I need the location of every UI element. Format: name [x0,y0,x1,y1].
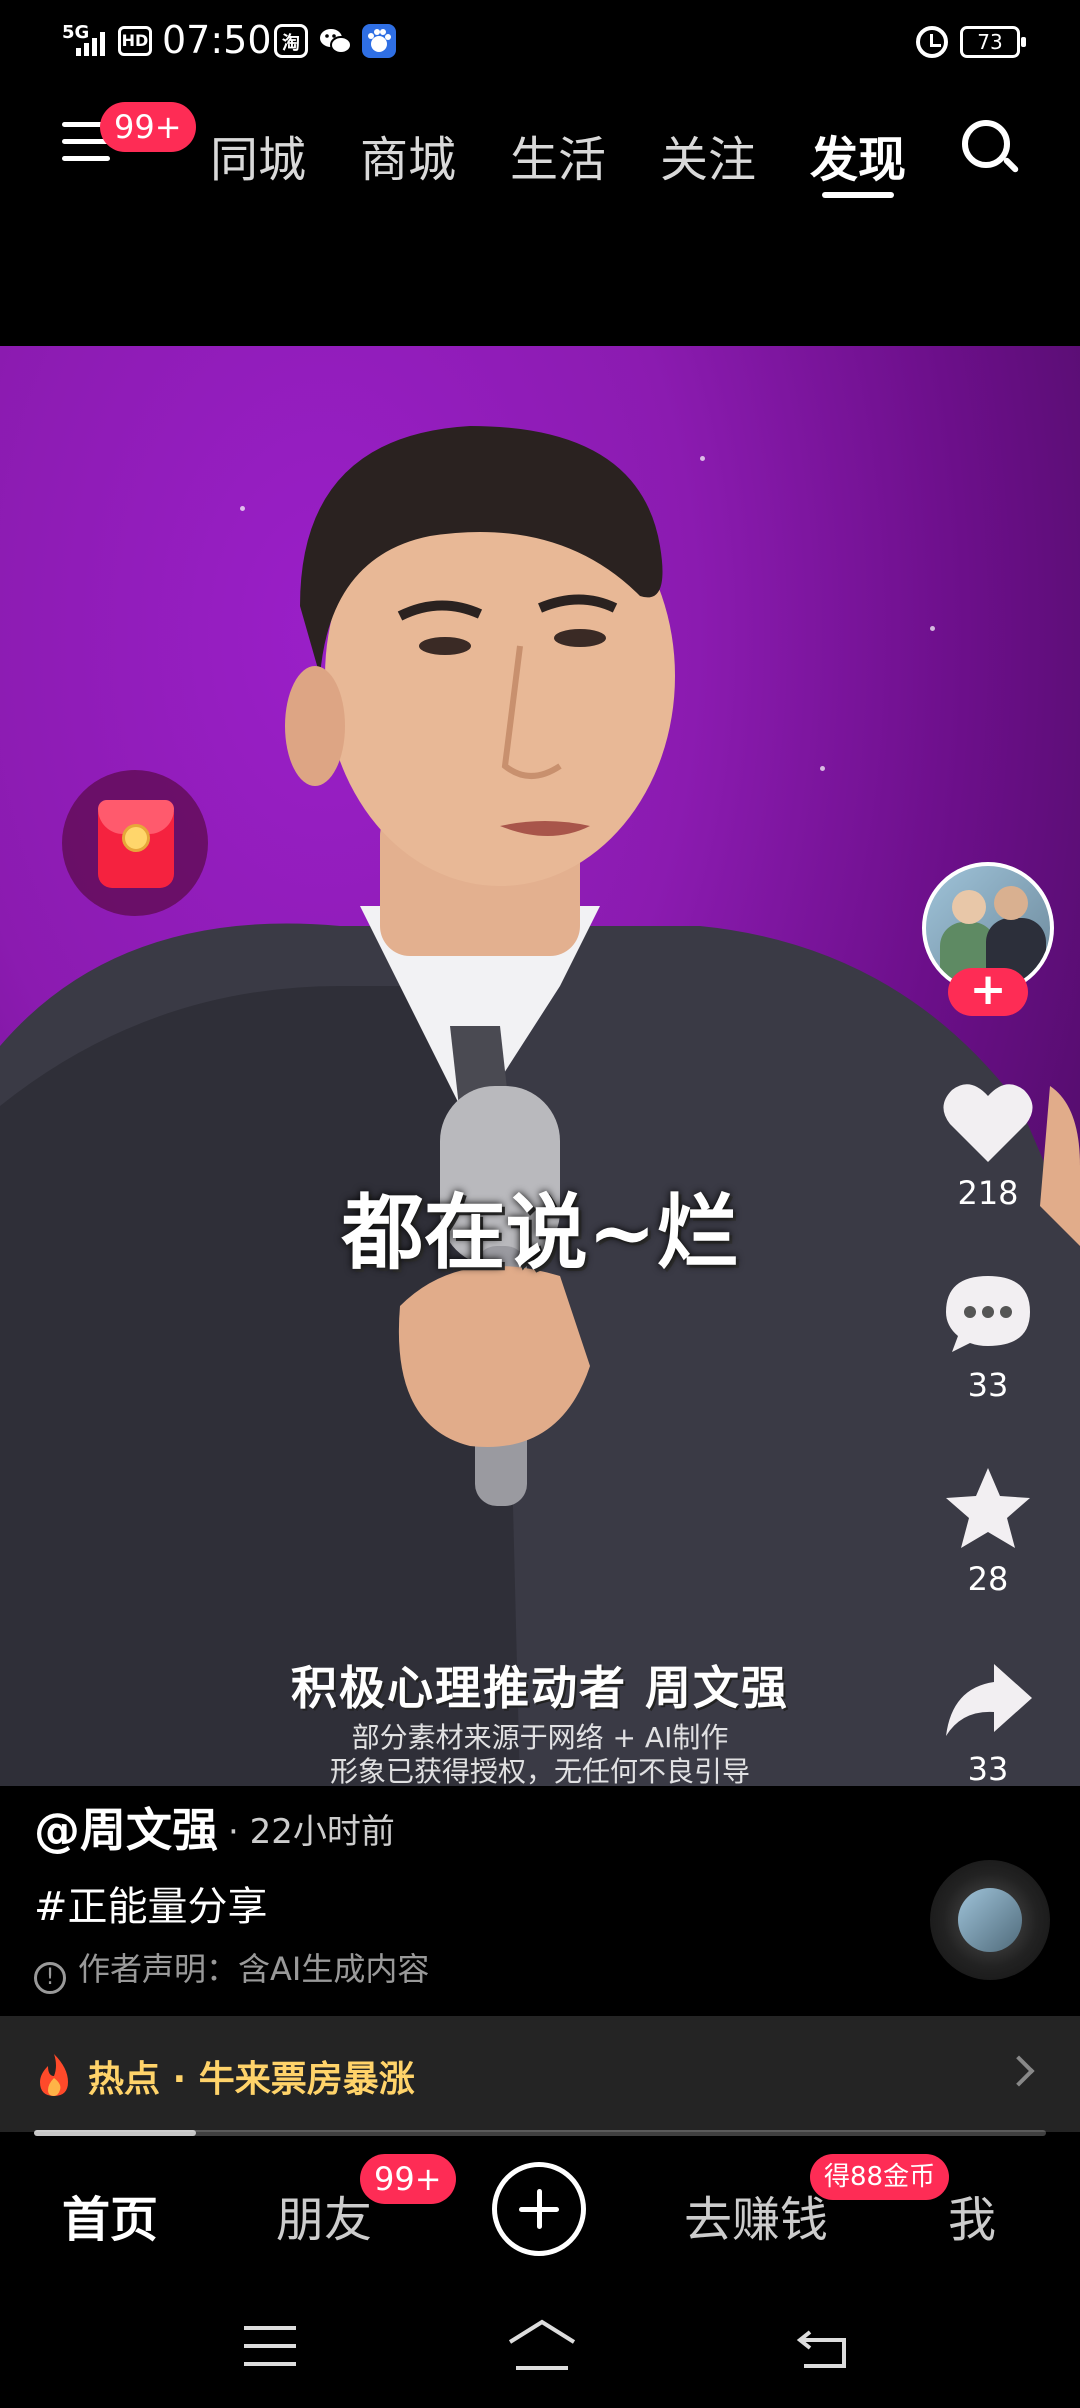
favorite-button[interactable]: 28 [936,1466,1040,1598]
hashtag-link[interactable]: #正能量分享 [34,1874,268,1932]
share-count: 33 [967,1750,1009,1788]
wechat-icon [318,24,352,58]
comment-button[interactable]: 33 [936,1272,1040,1404]
friends-badge: 99+ [360,2154,456,2204]
battery-icon: 73 [960,26,1026,58]
ai-notice-text: 作者声明：含AI生成内容 [78,1950,430,1988]
video-caption-name: 积极心理推动者 周文强 [290,1661,789,1715]
nav-earn[interactable]: 去赚钱 [684,2180,828,2250]
alarm-icon [916,26,948,58]
follow-button[interactable]: + [948,968,1028,1016]
hd-icon: HD [118,26,152,56]
clock: 07:50 [162,18,272,62]
red-packet-icon[interactable] [62,770,208,916]
star-icon [946,1468,1030,1548]
speaker-figure [0,426,1080,1786]
nav-friends[interactable]: 朋友 [276,2180,372,2250]
comment-count: 33 [967,1366,1009,1404]
bottom-nav: 首页 朋友 99+ 去赚钱 得88金币 我 [0,2140,1080,2280]
share-icon [946,1664,1032,1736]
tab-local[interactable]: 同城 [210,120,306,190]
progress-fill [34,2130,196,2136]
chevron-right-icon [1003,2055,1035,2087]
tab-life[interactable]: 生活 [510,120,606,190]
video-player[interactable]: 都在说~烂 积极心理推动者 周文强 部分素材来源于网络 + AI制作 形象已获得… [0,346,1080,1786]
share-button[interactable]: 33 [936,1660,1040,1788]
hot-topic-text: 热点 · 牛来票房暴涨 [88,2059,415,2100]
status-bar: 5G HD 07:50 淘 73 [0,0,1080,80]
nav-home[interactable]: 首页 [62,2180,158,2250]
video-disclaimer-line2: 形象已获得授权，无任何不良引导 [329,1755,750,1786]
hot-topic-bar[interactable]: 热点 · 牛来票房暴涨 [0,2016,1080,2132]
comment-icon [946,1276,1030,1352]
ai-content-notice: ! 作者声明：含AI生成内容 [34,1944,429,1994]
home-icon[interactable] [506,2318,578,2372]
tab-discover[interactable]: 发现 [810,120,906,190]
like-button[interactable]: 218 [936,1080,1040,1212]
active-tab-indicator [822,192,894,198]
author-name[interactable]: @周文强 [34,1794,218,1860]
tab-following[interactable]: 关注 [660,120,756,190]
menu-badge: 99+ [100,102,196,152]
info-icon: ! [34,1962,66,1994]
tab-mall[interactable]: 商城 [360,120,456,190]
video-progress-bar[interactable] [34,2130,1046,2136]
favorite-count: 28 [967,1560,1009,1598]
recent-apps-icon[interactable] [244,2326,296,2366]
baidu-icon [362,24,396,58]
music-disc[interactable] [930,1860,1050,1980]
top-nav: 99+ 同城 商城 生活 关注 发现 [0,80,1080,220]
fire-icon [40,2054,68,2096]
nav-me[interactable]: 我 [948,2180,996,2250]
post-time: · 22小时前 [228,1812,395,1852]
system-nav-bar [0,2290,1080,2408]
heart-icon [943,1084,1033,1162]
search-icon[interactable] [962,120,1020,176]
like-count: 218 [957,1174,1019,1212]
earn-coin-badge: 得88金币 [810,2154,950,2200]
video-subtitle: 都在说~烂 [341,1185,739,1281]
back-icon[interactable] [796,2326,850,2370]
signal-icon [76,30,110,56]
taobao-icon: 淘 [274,24,308,58]
douyin-app-screen: 5G HD 07:50 淘 73 99+ 同城 商城 生活 关注 发现 都在说~… [0,0,1080,2408]
create-plus-button[interactable] [492,2162,586,2256]
